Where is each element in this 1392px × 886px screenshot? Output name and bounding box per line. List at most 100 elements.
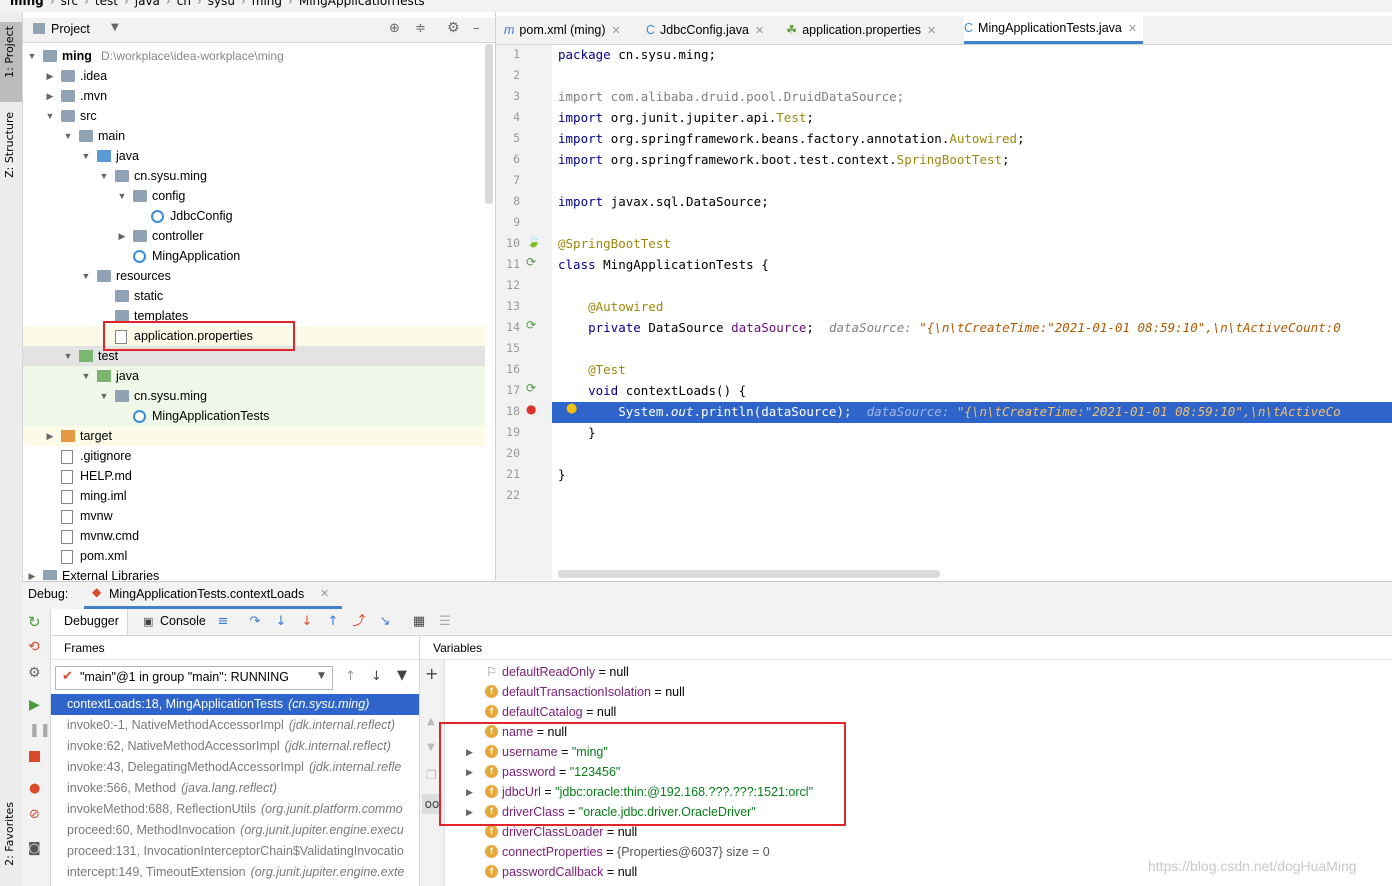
arrow-up-icon[interactable]: ↑ bbox=[345, 669, 356, 684]
tree-item[interactable]: ▶ External Libraries bbox=[23, 566, 485, 580]
code-editor[interactable]: package cn.sysu.ming; import com.alibaba.… bbox=[552, 45, 1392, 580]
tree-item[interactable]: ▶ controller bbox=[23, 226, 485, 246]
chevron-right-icon[interactable]: ▶ bbox=[27, 566, 37, 580]
arrow-down-icon[interactable]: ↓ bbox=[371, 669, 382, 684]
locate-icon[interactable]: ⊕ bbox=[389, 21, 400, 36]
chevron-down-icon[interactable]: ▼ bbox=[81, 266, 91, 286]
tree-item[interactable]: ▶ .idea bbox=[23, 66, 485, 86]
chevron-down-icon[interactable]: ▼ bbox=[63, 346, 73, 366]
tree-item[interactable]: ▼ src bbox=[23, 106, 485, 126]
tree-item[interactable]: mvnw bbox=[23, 506, 485, 526]
mute-breakpoints-icon[interactable]: ⊘ bbox=[29, 807, 40, 822]
tree-item[interactable]: static bbox=[23, 286, 485, 306]
chevron-down-icon[interactable]: ▼ bbox=[111, 22, 119, 33]
rerun-failed-icon[interactable]: ⟲ bbox=[28, 639, 40, 655]
favorites-tab-label[interactable]: 2: Favorites bbox=[3, 802, 16, 866]
tree-scrollbar[interactable] bbox=[485, 44, 493, 204]
stack-frame[interactable]: invokeMethod:688, ReflectionUtils (org.ju… bbox=[51, 799, 419, 820]
chevron-down-icon[interactable]: ▼ bbox=[63, 126, 73, 146]
stack-frame[interactable]: proceed:60, MethodInvocation (org.junit.j… bbox=[51, 820, 419, 841]
drop-frame-icon[interactable]: ⤴ bbox=[351, 614, 367, 630]
pause-icon[interactable]: ❚❚ bbox=[29, 723, 51, 738]
breadcrumb-item[interactable]: ming bbox=[252, 0, 282, 8]
rerun-icon[interactable]: ↻ bbox=[28, 613, 41, 631]
chevron-down-icon[interactable]: ▼ bbox=[45, 106, 55, 126]
breadcrumb-item[interactable]: java bbox=[135, 0, 160, 8]
spring-bean-icon[interactable]: 🍃 bbox=[526, 234, 541, 248]
tree-item[interactable]: MingApplicationTests bbox=[23, 406, 485, 426]
spring-bean-icon[interactable]: ⟳ bbox=[526, 318, 536, 332]
settings-icon[interactable]: ⚙ bbox=[28, 665, 41, 681]
console-tab[interactable]: Console bbox=[160, 614, 206, 628]
lightbulb-icon[interactable]: ● bbox=[566, 401, 577, 416]
step-into-icon[interactable]: ↓ bbox=[273, 614, 289, 630]
filter-icon[interactable]: ▼ bbox=[397, 668, 407, 683]
stack-frame[interactable]: invoke0:-1, NativeMethodAccessorImpl (jdk… bbox=[51, 715, 419, 736]
breadcrumb-item[interactable]: src bbox=[61, 0, 79, 8]
run-test-icon[interactable]: ⟳ bbox=[526, 255, 536, 269]
run-test-icon[interactable]: ⟳ bbox=[526, 381, 536, 395]
tree-item[interactable]: ▼ java bbox=[23, 146, 485, 166]
breadcrumb-item[interactable]: MingApplicationTests bbox=[299, 0, 425, 8]
evaluate-expression-icon[interactable]: ▦ bbox=[411, 614, 427, 630]
menu-icon[interactable]: ≡ bbox=[215, 614, 231, 630]
horizontal-scrollbar[interactable] bbox=[558, 570, 940, 578]
step-out-icon[interactable]: ↑ bbox=[325, 614, 341, 630]
gear-icon[interactable]: ⚙ bbox=[447, 20, 460, 36]
chevron-down-icon[interactable]: ▼ bbox=[99, 386, 109, 406]
tree-item[interactable]: ming.iml bbox=[23, 486, 485, 506]
chevron-down-icon[interactable]: ▼ bbox=[117, 186, 127, 206]
tree-item[interactable]: ▼ resources bbox=[23, 266, 485, 286]
variable-row[interactable]: f defaultCatalog = null bbox=[420, 702, 1360, 722]
tree-item[interactable]: ▼ cn.sysu.ming bbox=[23, 386, 485, 406]
editor-tab[interactable]: C MingApplicationTests.java ✕ bbox=[964, 16, 1144, 44]
trace-icon[interactable]: ☰ bbox=[437, 614, 453, 630]
chevron-right-icon[interactable]: ▶ bbox=[45, 66, 55, 86]
breakpoint-icon[interactable]: ● bbox=[526, 402, 536, 416]
breadcrumb-item[interactable]: sysu bbox=[208, 0, 235, 8]
debugger-tab[interactable]: Debugger bbox=[51, 609, 128, 635]
stack-frame[interactable]: proceed:131, InvocationInterceptorChain$… bbox=[51, 841, 419, 862]
chevron-right-icon[interactable]: ▶ bbox=[117, 226, 127, 246]
chevron-down-icon[interactable]: ▼ bbox=[81, 366, 91, 386]
tree-item[interactable]: ▼ cn.sysu.ming bbox=[23, 166, 485, 186]
tree-item[interactable]: HELP.md bbox=[23, 466, 485, 486]
close-icon[interactable]: ✕ bbox=[927, 25, 936, 37]
project-tab-label[interactable]: 1: Project bbox=[3, 26, 16, 78]
minimize-icon[interactable]: – bbox=[473, 21, 480, 36]
camera-icon[interactable]: ◙ bbox=[28, 841, 41, 856]
editor-tab[interactable]: C JdbcConfig.java ✕ bbox=[646, 16, 764, 44]
close-icon[interactable]: ✕ bbox=[755, 25, 764, 37]
tree-item[interactable]: ▼ java bbox=[23, 366, 485, 386]
chevron-down-icon[interactable]: ▼ bbox=[27, 46, 37, 66]
step-over-icon[interactable]: ↷ bbox=[247, 614, 263, 630]
stack-frame[interactable]: invoke:566, Method (java.lang.reflect) bbox=[51, 778, 419, 799]
resume-icon[interactable]: ▶ bbox=[29, 697, 40, 713]
chevron-right-icon[interactable]: ▶ bbox=[45, 426, 55, 446]
tree-item[interactable]: ▼ main bbox=[23, 126, 485, 146]
tree-item[interactable]: ▶ target bbox=[23, 426, 485, 446]
stack-frame[interactable]: contextLoads:18, MingApplicationTests (cn… bbox=[51, 694, 419, 715]
close-icon[interactable]: ✕ bbox=[612, 25, 621, 37]
tree-item[interactable]: ▶ .mvn bbox=[23, 86, 485, 106]
structure-tab-label[interactable]: Z: Structure bbox=[3, 112, 16, 178]
chevron-right-icon[interactable]: ▶ bbox=[45, 86, 55, 106]
view-breakpoints-icon[interactable]: ● bbox=[29, 781, 40, 796]
tree-item[interactable]: pom.xml bbox=[23, 546, 485, 566]
editor-tab[interactable]: ☘ application.properties ✕ bbox=[786, 16, 936, 44]
tree-item[interactable]: JdbcConfig bbox=[23, 206, 485, 226]
tree-item[interactable]: .gitignore bbox=[23, 446, 485, 466]
breadcrumb-item[interactable]: test bbox=[95, 0, 118, 8]
breadcrumb-item[interactable]: cn bbox=[177, 0, 191, 8]
stack-frame[interactable]: intercept:149, TimeoutExtension (org.juni… bbox=[51, 862, 419, 883]
editor-tab[interactable]: m pom.xml (ming) ✕ bbox=[504, 16, 621, 44]
close-icon[interactable]: ✕ bbox=[320, 587, 329, 600]
tree-item[interactable]: ▼ ming D:\workplace\idea-workplace\ming bbox=[23, 46, 485, 66]
run-to-cursor-icon[interactable]: ↘ bbox=[377, 614, 393, 630]
force-step-into-icon[interactable]: ↓ bbox=[299, 614, 315, 630]
variable-row[interactable]: f defaultTransactionIsolation = null bbox=[420, 682, 1360, 702]
stack-frame[interactable]: invoke:43, DelegatingMethodAccessorImpl (… bbox=[51, 757, 419, 778]
variable-row[interactable]: ⚐ defaultReadOnly = null bbox=[420, 662, 1360, 682]
collapse-icon[interactable]: ≑ bbox=[415, 21, 426, 36]
chevron-down-icon[interactable]: ▼ bbox=[81, 146, 91, 166]
